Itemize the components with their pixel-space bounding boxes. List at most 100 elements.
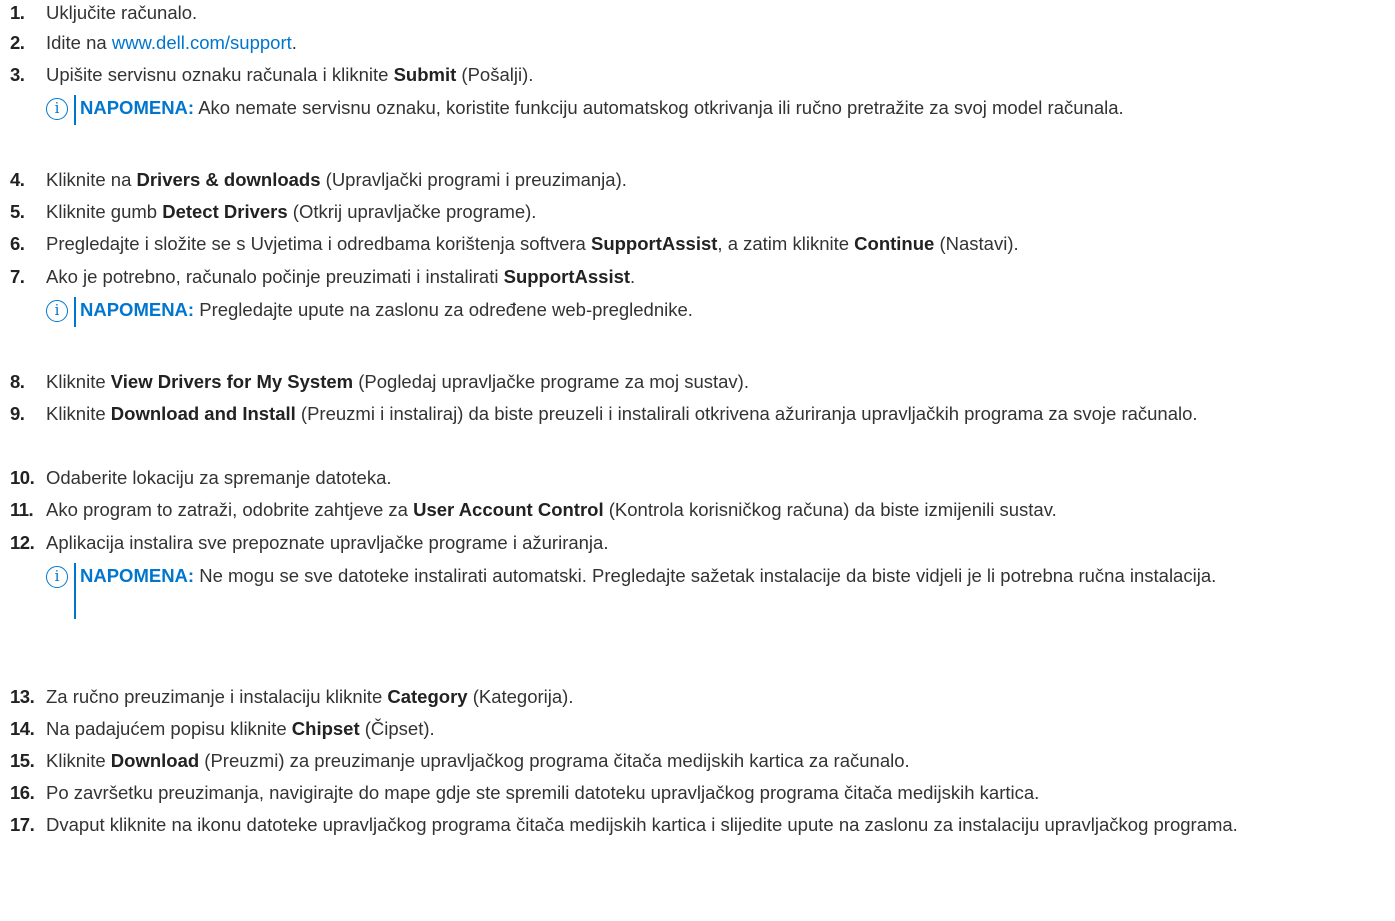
- step-number: 11.: [10, 499, 34, 520]
- note-callout: i NAPOMENA: Pregledajte upute na zaslonu …: [46, 297, 1386, 327]
- step-text-run: .: [291, 32, 297, 53]
- note-callout: i NAPOMENA: Ne mogu se sve datoteke insta…: [46, 563, 1386, 619]
- step-text: Aplikacija instalira sve prepoznate upra…: [46, 530, 1380, 556]
- step-number: 2.: [10, 32, 25, 53]
- step-item: 3. Upišite servisnu oznaku računala i kli…: [10, 62, 1380, 88]
- step-item: 10. Odaberite lokaciju za spremanje datot…: [10, 465, 1380, 491]
- step-item: 1. Uključite računalo.: [10, 0, 1380, 26]
- ui-term: Download and Install: [110, 403, 296, 424]
- ui-term: Chipset: [291, 718, 360, 739]
- note-label: NAPOMENA:: [80, 97, 195, 118]
- step-number: 4.: [10, 169, 25, 190]
- note-divider: [74, 297, 76, 327]
- step-text-run: .: [630, 266, 636, 287]
- ui-term: Submit: [393, 64, 457, 85]
- step-number: 7.: [10, 266, 25, 287]
- step-number: 9.: [10, 403, 25, 424]
- note-body: Pregledajte upute na zaslonu za određene…: [194, 299, 693, 320]
- step-item: 4. Kliknite na Drivers & downloads (Uprav…: [10, 167, 1380, 193]
- note-divider: [74, 95, 76, 125]
- note-text: NAPOMENA: Pregledajte upute na zaslonu z…: [80, 297, 1386, 323]
- step-number: 17.: [10, 814, 35, 835]
- ui-term: Download: [110, 750, 200, 771]
- step-text: Za ručno preuzimanje i instalaciju klikn…: [46, 684, 1380, 710]
- info-icon: i: [46, 98, 68, 120]
- ui-term: Continue: [854, 233, 935, 254]
- step-text-run: Ako je potrebno, računalo počinje preuzi…: [46, 266, 504, 287]
- note-body: Ne mogu se sve datoteke instalirati auto…: [194, 565, 1217, 586]
- step-text-run: Uključite računalo.: [46, 2, 198, 23]
- step-number: 12.: [10, 532, 35, 553]
- step-item: 11. Ako program to zatraži, odobrite zaht…: [10, 497, 1380, 523]
- step-item: 14. Na padajućem popisu kliknite Chipset …: [10, 716, 1380, 742]
- note-text: NAPOMENA: Ne mogu se sve datoteke instal…: [80, 563, 1386, 589]
- support-link[interactable]: www.dell.com/support: [112, 32, 292, 53]
- info-icon: i: [46, 566, 68, 588]
- step-number: 10.: [10, 467, 35, 488]
- step-text: Dvaput kliknite na ikonu datoteke upravl…: [46, 812, 1380, 838]
- note-body: Ako nemate servisnu oznaku, koristite fu…: [194, 97, 1124, 118]
- step-item: 16. Po završetku preuzimanja, navigirajte…: [10, 780, 1380, 806]
- step-text-run: Dvaput kliknite na ikonu datoteke upravl…: [46, 814, 1238, 835]
- step-number: 5.: [10, 201, 25, 222]
- step-text-run: (Upravljački programi i preuzimanja).: [320, 169, 627, 190]
- step-item: 2. Idite na www.dell.com/support.: [10, 30, 1380, 56]
- step-text-run: Kliknite: [46, 750, 111, 771]
- step-text: Na padajućem popisu kliknite Chipset (Či…: [46, 716, 1380, 742]
- step-number: 15.: [10, 750, 35, 771]
- ui-term: View Drivers for My System: [110, 371, 354, 392]
- step-item: 5. Kliknite gumb Detect Drivers (Otkrij u…: [10, 199, 1380, 225]
- step-text: Ako program to zatraži, odobrite zahtjev…: [46, 497, 1380, 523]
- step-number: 3.: [10, 64, 25, 85]
- step-text: Kliknite gumb Detect Drivers (Otkrij upr…: [46, 199, 1380, 225]
- step-text: Kliknite Download and Install (Preuzmi i…: [46, 401, 1380, 427]
- step-item: 7. Ako je potrebno, računalo počinje preu…: [10, 264, 1380, 290]
- step-number: 13.: [10, 686, 35, 707]
- step-text-run: (Otkrij upravljačke programe).: [287, 201, 537, 222]
- step-text-run: Ako program to zatraži, odobrite zahtjev…: [46, 499, 414, 520]
- ui-term: User Account Control: [413, 499, 604, 520]
- ui-term: SupportAssist: [503, 266, 631, 287]
- step-text-run: (Kategorija).: [467, 686, 574, 707]
- step-text-run: , a zatim kliknite: [717, 233, 855, 254]
- step-text-run: (Preuzmi i instaliraj) da biste preuzeli…: [295, 403, 1198, 424]
- step-text: Upišite servisnu oznaku računala i klikn…: [46, 62, 1380, 88]
- step-text-run: Po završetku preuzimanja, navigirajte do…: [46, 782, 1040, 803]
- step-number: 16.: [10, 782, 35, 803]
- step-text-run: Idite na: [46, 32, 112, 53]
- step-number: 14.: [10, 718, 35, 739]
- step-text: Kliknite View Drivers for My System (Pog…: [46, 369, 1380, 395]
- step-text: Idite na www.dell.com/support.: [46, 30, 1380, 56]
- ui-term: SupportAssist: [590, 233, 718, 254]
- step-text: Ako je potrebno, računalo počinje preuzi…: [46, 264, 1380, 290]
- step-text-run: Kliknite gumb: [46, 201, 163, 222]
- step-text: Uključite računalo.: [46, 0, 1380, 26]
- step-text: Kliknite na Drivers & downloads (Upravlj…: [46, 167, 1380, 193]
- step-text-run: (Preuzmi) za preuzimanje upravljačkog pr…: [199, 750, 910, 771]
- step-text: Odaberite lokaciju za spremanje datoteka…: [46, 465, 1380, 491]
- step-item: 12. Aplikacija instalira sve prepoznate u…: [10, 530, 1380, 556]
- step-item: 17. Dvaput kliknite na ikonu datoteke upr…: [10, 812, 1380, 838]
- step-text-run: Za ručno preuzimanje i instalaciju klikn…: [46, 686, 388, 707]
- step-text-run: (Pošalji).: [456, 64, 534, 85]
- step-text-run: Kliknite: [46, 371, 111, 392]
- ui-term: Detect Drivers: [162, 201, 288, 222]
- ui-term: Category: [387, 686, 468, 707]
- step-number: 6.: [10, 233, 25, 254]
- step-item: 15. Kliknite Download (Preuzmi) za preuzi…: [10, 748, 1380, 774]
- step-number: 1.: [10, 2, 25, 23]
- step-text-run: (Kontrola korisničkog računa) da biste i…: [603, 499, 1057, 520]
- info-icon: i: [46, 300, 68, 322]
- note-label: NAPOMENA:: [80, 565, 195, 586]
- step-text-run: Na padajućem popisu kliknite: [46, 718, 292, 739]
- step-number: 8.: [10, 371, 25, 392]
- step-text-run: Pregledajte i složite se s Uvjetima i od…: [46, 233, 591, 254]
- step-text-run: (Nastavi).: [934, 233, 1019, 254]
- step-text-run: Odaberite lokaciju za spremanje datoteka…: [46, 467, 392, 488]
- step-text-run: Aplikacija instalira sve prepoznate upra…: [46, 532, 609, 553]
- step-item: 6. Pregledajte i složite se s Uvjetima i …: [10, 231, 1380, 257]
- step-text-run: (Čipset).: [359, 718, 435, 739]
- note-callout: i NAPOMENA: Ako nemate servisnu oznaku, k…: [46, 95, 1386, 125]
- step-text: Kliknite Download (Preuzmi) za preuziman…: [46, 748, 1380, 774]
- step-item: 13. Za ručno preuzimanje i instalaciju kl…: [10, 684, 1380, 710]
